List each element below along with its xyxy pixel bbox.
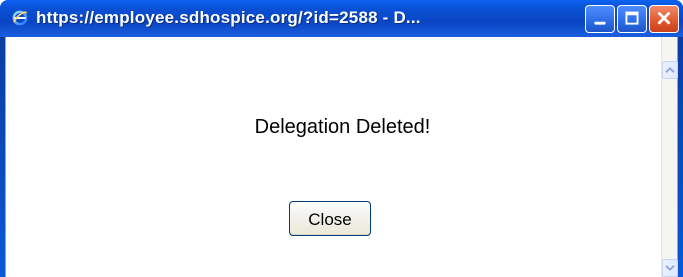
minimize-button[interactable] [585, 5, 615, 33]
internet-explorer-icon [11, 9, 29, 27]
scroll-down-button[interactable] [662, 259, 678, 277]
title-bar[interactable]: https://employee.sdhospice.org/?id=2588 … [0, 0, 683, 38]
window-title: https://employee.sdhospice.org/?id=2588 … [36, 8, 421, 27]
window-controls [585, 5, 679, 33]
popup-window: https://employee.sdhospice.org/?id=2588 … [0, 0, 683, 277]
close-dialog-button[interactable]: Close [289, 201, 371, 236]
maximize-button[interactable] [617, 5, 647, 33]
status-message: Delegation Deleted! [254, 116, 431, 138]
close-window-button[interactable] [649, 5, 679, 33]
dialog-content: Delegation Deleted! Close [5, 37, 678, 277]
scroll-up-button[interactable] [662, 61, 678, 79]
vertical-scrollbar[interactable] [661, 37, 678, 277]
